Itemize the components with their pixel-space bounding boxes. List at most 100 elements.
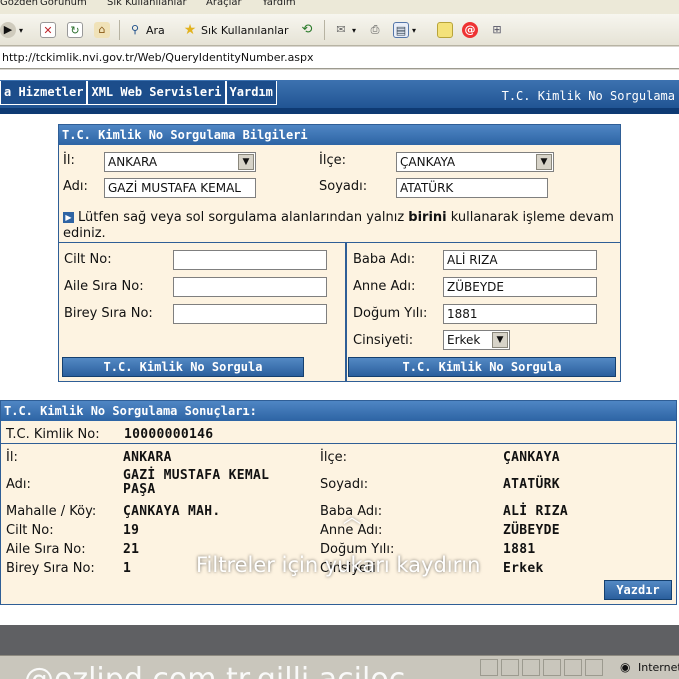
ilce-select[interactable]: ÇANKAYA ▼	[396, 152, 554, 172]
forward-button[interactable]: ▶ ▾	[0, 21, 23, 39]
nav-link-services[interactable]: a Hizmetler	[0, 81, 88, 105]
at-button[interactable]: @	[462, 21, 478, 39]
info-text-start: Lütfen sağ veya sol sorgulama alanlarınd…	[78, 210, 409, 225]
home-icon: ⌂	[94, 22, 110, 38]
watermark-text: @ozlipd.com.tr.gilli.aciloc	[24, 662, 405, 679]
home-button[interactable]: ⌂	[94, 21, 110, 39]
toolbar-separator	[119, 20, 120, 40]
query-right-button[interactable]: T.C. Kimlik No Sorgula	[348, 357, 616, 377]
search-button[interactable]: ⚲ Ara	[127, 21, 165, 39]
info-message: ▶ Lütfen sağ veya sol sorgulama alanların…	[63, 210, 623, 242]
printer-icon: ⎙	[370, 23, 380, 36]
status-cell	[585, 659, 603, 676]
edit-button[interactable]: ▤ ▾	[393, 21, 416, 39]
result-birey-label: Birey Sıra No:	[6, 561, 95, 576]
forward-icon: ▶	[0, 22, 16, 38]
messenger-button[interactable]: ⊞	[489, 21, 505, 39]
aile-field[interactable]	[173, 277, 327, 297]
birey-field[interactable]	[173, 304, 327, 324]
chevron-down-icon: ▾	[19, 25, 24, 35]
notes-button[interactable]	[437, 21, 453, 39]
nav-links: a Hizmetler XML Web Servisleri Yardım	[0, 81, 277, 105]
menu-item-favorites[interactable]: Sık Kullanılanlar	[107, 0, 187, 8]
status-cell	[543, 659, 561, 676]
chevron-down-icon: ▼	[238, 154, 254, 170]
site-navbar: a Hizmetler XML Web Servisleri Yardım T.…	[0, 80, 679, 114]
globe-icon: ◉	[620, 660, 631, 674]
result-anne-value: ZÜBEYDE	[503, 523, 560, 538]
status-cell	[501, 659, 519, 676]
print-toolbar-button[interactable]: ⎙	[367, 21, 383, 39]
result-cilt-label: Cilt No:	[6, 523, 54, 538]
internet-zone-label: Internet	[638, 661, 679, 674]
chevron-down-icon: ▾	[412, 25, 417, 35]
status-cell	[522, 659, 540, 676]
menu-item-gorunum[interactable]: Görünüm	[40, 0, 87, 8]
history-icon: ⟲	[301, 22, 313, 37]
browser-toolbar: ▶ ▾ ✕ ↻ ⌂ ⚲ Ara ★ Sık Kullanılanlar ⟲ ✉ …	[0, 14, 679, 46]
site-title: T.C. Kimlik No Sorgulama	[501, 89, 675, 103]
web-page: a Hizmetler XML Web Servisleri Yardım T.…	[0, 70, 679, 625]
nav-link-xml-web-services[interactable]: XML Web Servisleri	[87, 81, 226, 105]
search-button-label: Ara	[146, 23, 165, 37]
cilt-field[interactable]	[173, 250, 327, 270]
info-text-bold: birini	[408, 210, 447, 225]
browser-menubar: Gözden Görünüm Sık Kullanılanlar Araçlar…	[0, 0, 679, 14]
address-bar[interactable]: http://tckimlik.nvi.gov.tr/Web/QueryIden…	[0, 47, 679, 69]
il-select[interactable]: ANKARA ▼	[104, 152, 256, 172]
result-cilt-value: 19	[123, 523, 140, 538]
result-mahalle-label: Mahalle / Köy:	[6, 504, 97, 519]
menu-item-tools[interactable]: Araçlar	[206, 0, 242, 8]
menu-item-help[interactable]: Yardım	[262, 0, 296, 8]
baba-field[interactable]: ALİ RIZA	[443, 250, 597, 270]
refresh-icon: ↻	[67, 22, 83, 38]
soyadi-label: Soyadı:	[319, 179, 368, 194]
result-cinsiyet-value: Erkek	[503, 561, 544, 576]
dogum-field[interactable]: 1881	[443, 304, 597, 324]
ilce-select-value: ÇANKAYA	[400, 155, 456, 169]
favorites-button[interactable]: ★ Sık Kullanılanlar	[182, 21, 289, 39]
status-cell	[564, 659, 582, 676]
divider	[59, 242, 620, 243]
history-button[interactable]: ⟲	[299, 21, 315, 39]
result-aile-value: 21	[123, 542, 140, 557]
adi-label: Adı:	[63, 179, 88, 194]
results-divider	[1, 443, 676, 444]
info-arrow-icon: ▶	[63, 212, 74, 223]
status-cell	[480, 659, 498, 676]
result-baba-value: ALİ RIZA	[503, 504, 569, 519]
result-soyadi-label: Soyadı:	[320, 477, 369, 492]
chevron-down-icon: ▼	[492, 332, 508, 348]
chevron-up-icon[interactable]: ︿	[343, 503, 361, 529]
network-icon: ⊞	[492, 23, 502, 36]
soyadi-field[interactable]: ATATÜRK	[396, 178, 548, 198]
nav-link-help[interactable]: Yardım	[225, 81, 277, 105]
cilt-label: Cilt No:	[64, 252, 112, 267]
result-il-value: ANKARA	[123, 450, 172, 465]
cinsiyet-label: Cinsiyeti:	[353, 333, 414, 348]
star-icon: ★	[183, 22, 197, 38]
note-icon	[437, 22, 453, 38]
cinsiyet-select-value: Erkek	[447, 333, 481, 347]
refresh-button[interactable]: ↻	[67, 21, 83, 39]
result-tc-label: T.C. Kimlik No:	[6, 427, 100, 442]
stop-button[interactable]: ✕	[40, 21, 56, 39]
scroll-hint-overlay: Filtreler için yukarı kaydırın	[196, 553, 481, 577]
adi-field[interactable]: GAZİ MUSTAFA KEMAL	[104, 178, 256, 198]
at-icon: @	[462, 22, 478, 38]
column-divider	[345, 243, 347, 381]
cinsiyet-select[interactable]: Erkek ▼	[443, 330, 510, 350]
anne-field[interactable]: ZÜBEYDE	[443, 277, 597, 297]
query-left-button[interactable]: T.C. Kimlik No Sorgula	[62, 357, 304, 377]
result-aile-label: Aile Sıra No:	[6, 542, 86, 557]
result-ilce-label: İlçe:	[320, 450, 347, 465]
menu-item-gozden[interactable]: Gözden	[0, 0, 38, 8]
result-dogum-value: 1881	[503, 542, 536, 557]
mail-icon: ✉	[336, 23, 346, 36]
print-button[interactable]: Yazdır	[604, 580, 672, 600]
baba-label: Baba Adı:	[353, 252, 416, 267]
mail-button[interactable]: ✉ ▾	[333, 21, 356, 39]
toolbar-separator	[324, 20, 325, 40]
chevron-down-icon: ▾	[352, 25, 357, 35]
result-il-label: İl:	[6, 450, 18, 465]
